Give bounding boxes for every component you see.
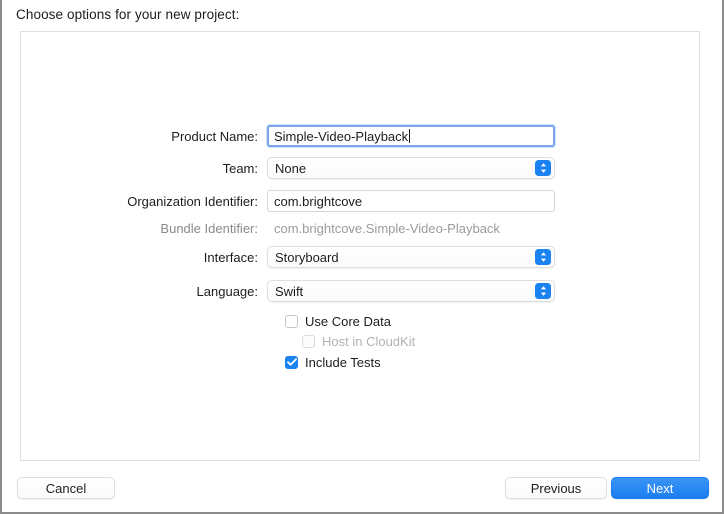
checkbox-include-tests[interactable]: Include Tests — [285, 353, 381, 371]
product-name-label: Product Name: — [171, 128, 258, 144]
page-title: Choose options for your new project: — [16, 7, 240, 22]
interface-select[interactable]: Storyboard — [267, 246, 555, 268]
language-control[interactable]: Swift — [267, 280, 555, 302]
checkbox-label: Use Core Data — [305, 313, 391, 329]
form-row-interface: Interface: Storyboard — [2, 245, 555, 269]
chevron-up-down-icon[interactable] — [535, 160, 551, 176]
team-label: Team: — [222, 160, 258, 176]
product-name-value: Simple-Video-Playback — [274, 128, 409, 144]
organization-identifier-control[interactable]: com.brightcove — [267, 190, 555, 212]
product-name-input[interactable]: Simple-Video-Playback — [267, 125, 555, 147]
chevron-up-down-icon[interactable] — [535, 283, 551, 299]
team-control[interactable]: None — [267, 157, 555, 179]
product-name-control[interactable]: Simple-Video-Playback — [267, 125, 555, 147]
bundle-identifier-label: Bundle Identifier: — [160, 220, 258, 236]
team-value: None — [275, 160, 307, 176]
checkbox-box — [302, 334, 315, 348]
checkbox-box[interactable] — [285, 355, 298, 369]
interface-label: Interface: — [203, 249, 258, 265]
checkbox-label: Include Tests — [305, 354, 381, 370]
checkmark-icon — [286, 358, 297, 366]
form-row-organization-identifier: Organization Identifier: com.brightcove — [2, 189, 555, 213]
language-select[interactable]: Swift — [267, 280, 555, 302]
checkbox-host-in-cloudkit: Host in CloudKit — [302, 332, 415, 350]
form-row-product-name: Product Name: Simple-Video-Playback — [2, 124, 555, 148]
bundle-identifier-control: com.brightcove.Simple-Video-Playback — [267, 217, 555, 239]
checkbox-label: Host in CloudKit — [322, 333, 416, 349]
form-row-language: Language: Swift — [2, 279, 555, 303]
checkbox-box[interactable] — [285, 314, 298, 328]
text-caret — [409, 129, 411, 143]
chevron-up-down-icon[interactable] — [535, 249, 551, 265]
organization-identifier-input[interactable]: com.brightcove — [267, 190, 555, 212]
team-select[interactable]: None — [267, 157, 555, 179]
organization-identifier-label: Organization Identifier: — [127, 193, 258, 209]
bundle-identifier-value: com.brightcove.Simple-Video-Playback — [274, 220, 500, 236]
new-project-options-sheet: Choose options for your new project: Pro… — [0, 0, 724, 514]
cancel-button[interactable]: Cancel — [17, 477, 115, 499]
next-button[interactable]: Next — [611, 477, 709, 499]
interface-value: Storyboard — [275, 249, 339, 265]
language-value: Swift — [275, 283, 304, 299]
previous-button[interactable]: Previous — [505, 477, 607, 499]
form-row-bundle-identifier: Bundle Identifier: com.brightcove.Simple… — [2, 216, 555, 240]
form-row-team: Team: None — [2, 156, 555, 180]
language-label: Language: — [196, 283, 258, 299]
organization-identifier-value: com.brightcove — [274, 193, 363, 209]
interface-control[interactable]: Storyboard — [267, 246, 555, 268]
checkbox-use-core-data[interactable]: Use Core Data — [285, 312, 391, 330]
